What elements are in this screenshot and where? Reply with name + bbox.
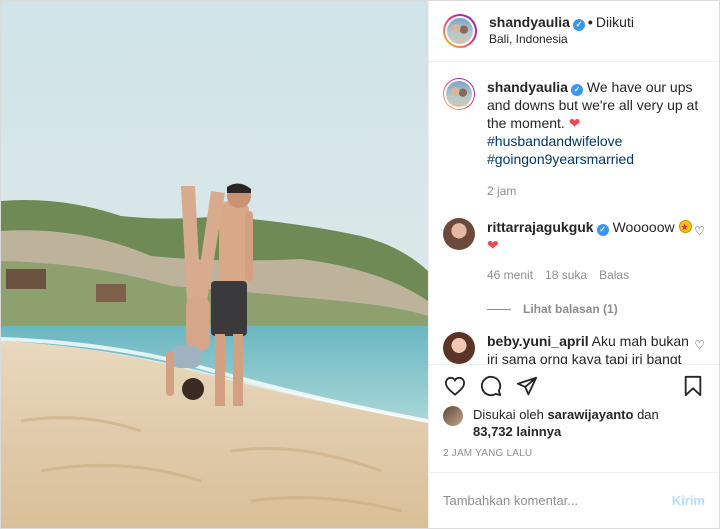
separator-dot: • bbox=[587, 14, 593, 30]
location-link[interactable]: Bali, Indonesia bbox=[489, 31, 634, 48]
comment-text: Wooooow bbox=[612, 219, 675, 235]
comment-item: rittarrajagukguk✓Wooooow ❤ 46 menit 18 su… bbox=[443, 218, 705, 284]
avatar-image bbox=[446, 81, 472, 107]
beach-photo-illustration bbox=[1, 1, 428, 528]
comment-username[interactable]: rittarrajagukguk bbox=[487, 219, 594, 235]
comment-body: beby.yuni_april Aku mah bukan iri sama or… bbox=[487, 332, 702, 364]
caption-time: 2 jam bbox=[487, 184, 517, 198]
liker-username[interactable]: sarawijayanto bbox=[547, 407, 633, 422]
hashtag-link[interactable]: #goingon9yearsmarried bbox=[487, 150, 702, 168]
post-modal: shandyaulia ✓ • Diikuti Bali, Indonesia sha… bbox=[0, 0, 720, 529]
likes-text: Disukai oleh sarawijayanto dan 83,732 la… bbox=[473, 406, 659, 440]
red-heart-emoji-icon: ❤ bbox=[568, 115, 581, 131]
caption-username[interactable]: shandyaulia bbox=[487, 79, 568, 95]
avatar[interactable] bbox=[443, 14, 477, 48]
red-heart-emoji-icon: ❤ bbox=[487, 237, 499, 253]
likes-joiner: dan bbox=[637, 407, 659, 422]
star-struck-emoji-icon bbox=[678, 218, 692, 236]
comment-avatar[interactable] bbox=[443, 218, 475, 250]
view-replies-label: Lihat balasan (1) bbox=[523, 302, 618, 316]
comment-avatar[interactable] bbox=[443, 332, 475, 364]
caption-body: shandyaulia ✓ We have our ups and downs bu… bbox=[487, 78, 702, 200]
comments-list[interactable]: shandyaulia ✓ We have our ups and downs bu… bbox=[429, 62, 719, 364]
caption: shandyaulia ✓ We have our ups and downs bu… bbox=[443, 78, 705, 200]
post-side-panel: shandyaulia ✓ • Diikuti Bali, Indonesia sha… bbox=[428, 1, 719, 528]
verified-badge-icon: ✓ bbox=[570, 84, 583, 96]
likes-prefix: Disukai oleh bbox=[473, 407, 544, 422]
avatar-image bbox=[447, 18, 473, 44]
follow-status-button[interactable]: Diikuti bbox=[596, 14, 634, 30]
post-comment-button[interactable]: Kirim bbox=[672, 493, 705, 508]
comment-item: beby.yuni_april Aku mah bukan iri sama or… bbox=[443, 332, 705, 364]
comment-likes-count[interactable]: 18 suka bbox=[545, 268, 587, 282]
comment-icon[interactable] bbox=[479, 374, 503, 398]
post-timestamp[interactable]: 2 JAM YANG LALU bbox=[429, 440, 719, 466]
comment-meta: 46 menit 18 suka Balas bbox=[487, 266, 702, 284]
share-icon[interactable] bbox=[515, 374, 539, 398]
bookmark-icon[interactable] bbox=[681, 374, 705, 398]
heart-icon[interactable] bbox=[443, 374, 467, 398]
likes-count-link[interactable]: 83,732 lainnya bbox=[473, 424, 561, 439]
verified-badge-icon: ✓ bbox=[596, 224, 609, 236]
post-photo[interactable] bbox=[1, 1, 428, 528]
comment-input[interactable]: Tambahkan komentar... bbox=[443, 493, 672, 508]
likes-summary: Disukai oleh sarawijayanto dan 83,732 la… bbox=[429, 406, 719, 440]
comment-username[interactable]: beby.yuni_april bbox=[487, 333, 589, 349]
comment-body: rittarrajagukguk✓Wooooow ❤ 46 menit 18 su… bbox=[487, 218, 702, 284]
liker-avatar[interactable] bbox=[443, 406, 463, 426]
replies-divider bbox=[487, 308, 511, 310]
add-comment-bar: Tambahkan komentar... Kirim bbox=[429, 472, 719, 528]
username-link[interactable]: shandyaulia bbox=[489, 14, 570, 30]
caption-avatar[interactable] bbox=[443, 78, 475, 110]
comment-time: 46 menit bbox=[487, 268, 534, 282]
header-text: shandyaulia ✓ • Diikuti Bali, Indonesia bbox=[489, 14, 634, 48]
post-header: shandyaulia ✓ • Diikuti Bali, Indonesia bbox=[429, 1, 719, 62]
action-bar bbox=[429, 364, 719, 406]
comment-like-heart-icon[interactable]: ♡ bbox=[694, 224, 705, 238]
hashtag-link[interactable]: #husbandandwifelove bbox=[487, 132, 702, 150]
reply-button[interactable]: Balas bbox=[599, 268, 629, 282]
verified-badge-icon: ✓ bbox=[572, 19, 585, 31]
view-replies-button[interactable]: Lihat balasan (1) bbox=[487, 302, 705, 316]
comment-like-heart-icon[interactable]: ♡ bbox=[694, 338, 705, 352]
